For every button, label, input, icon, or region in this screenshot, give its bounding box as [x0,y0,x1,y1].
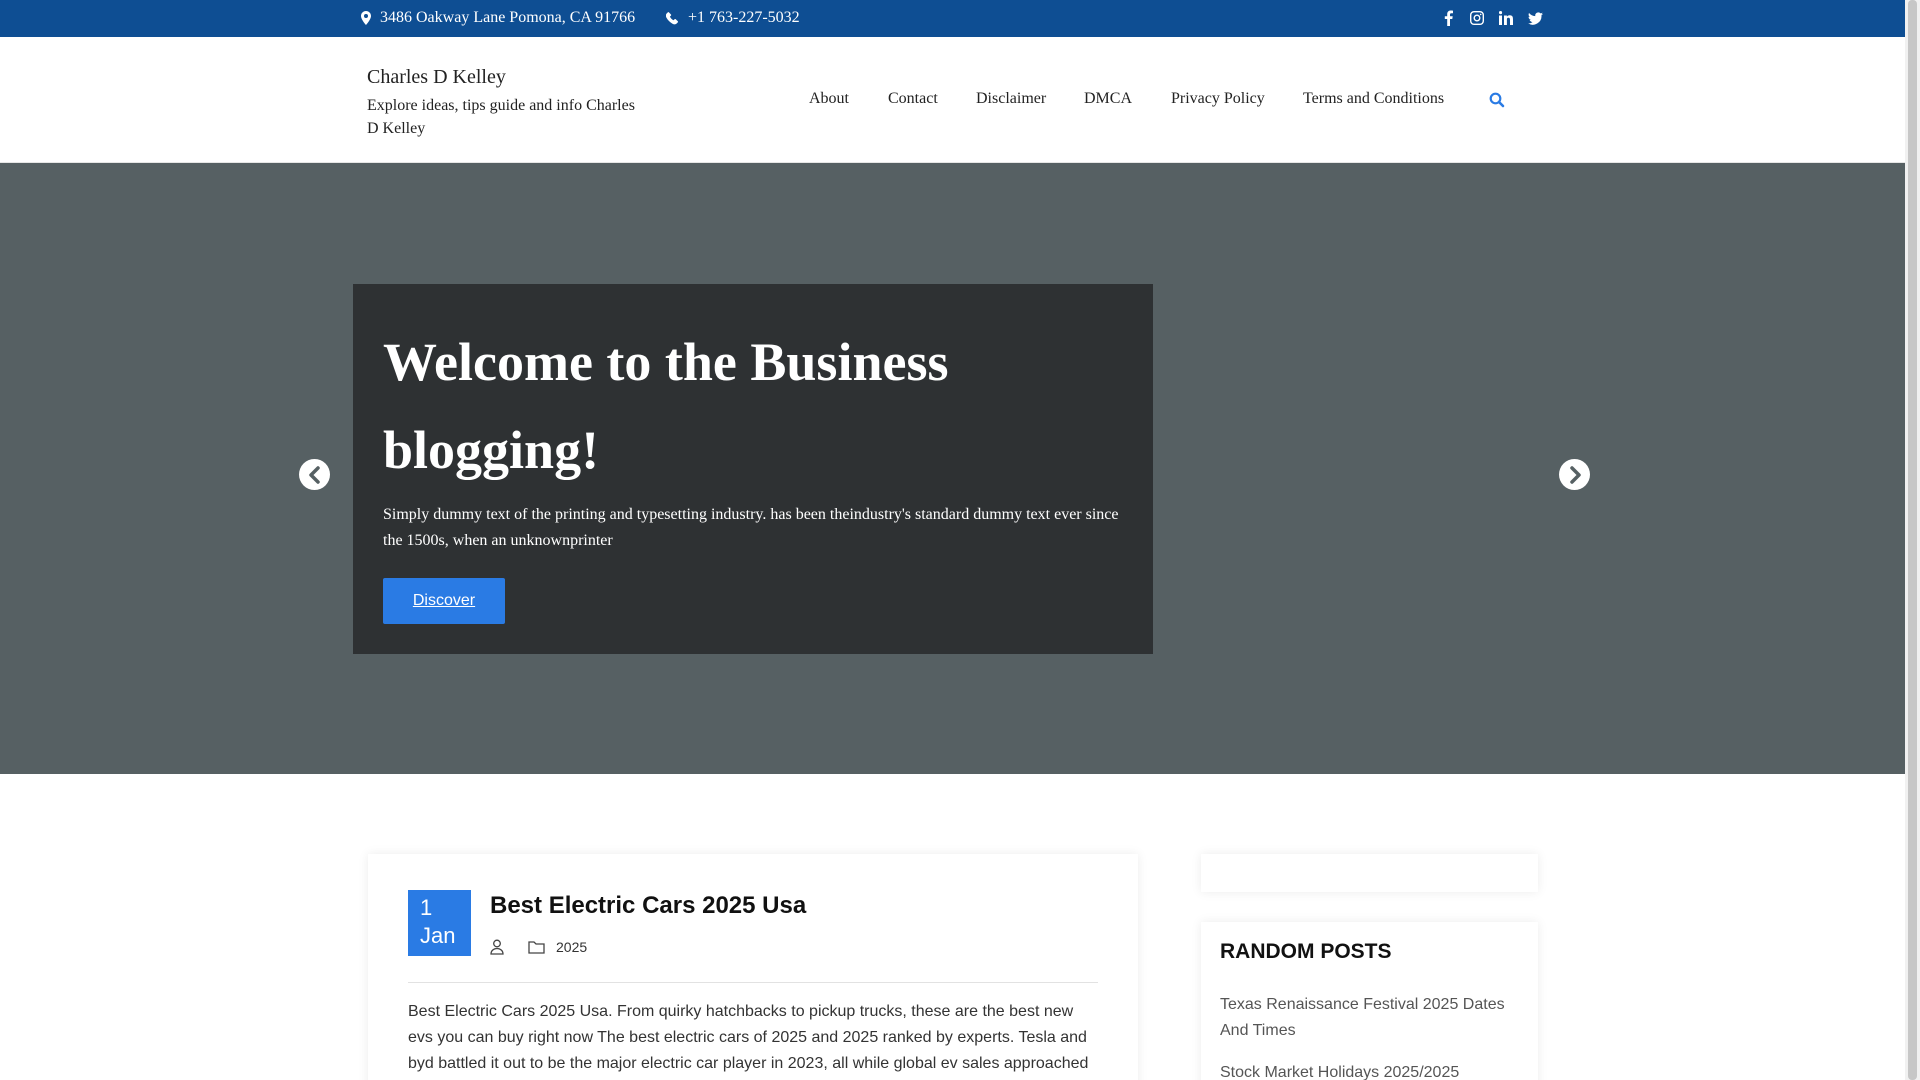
nav-contact[interactable]: Contact [888,90,938,108]
chevron-left-icon [308,465,320,484]
random-post-link[interactable]: Texas Renaissance Festival 2025 Dates An… [1220,992,1520,1044]
facebook-icon[interactable] [1440,9,1456,27]
random-posts-title: RANDOM POSTS [1220,940,1392,963]
slider-prev-button[interactable] [299,459,330,490]
post-excerpt: Best Electric Cars 2025 Usa. From quirky… [408,1003,1089,1072]
folder-icon [528,941,545,954]
hero-text: Simply dummy text of the printing and ty… [383,506,1119,549]
post-card: 1 Jan Best Electric Cars 2025 Usa 2025 B… [368,854,1138,1080]
page-scrollbar[interactable] [1905,0,1920,1080]
discover-button[interactable]: Discover [383,578,505,624]
nav-about[interactable]: About [809,90,849,108]
post-day: 1 [420,895,433,920]
address-text: 3486 Oakway Lane Pomona, CA 91766 [380,9,636,26]
scrollbar-thumb[interactable] [1908,0,1917,1080]
social-links [1440,9,1543,27]
site-title[interactable]: Charles D Kelley [367,66,506,89]
phone-icon [666,11,679,24]
phone-info: +1 763-227-5032 [666,9,800,27]
map-marker-icon [361,11,371,25]
site-tagline: Explore ideas, tips guide and info Charl… [367,97,635,137]
twitter-icon[interactable] [1527,9,1543,27]
nav-dmca[interactable]: DMCA [1084,90,1132,108]
phone-text: +1 763-227-5032 [688,9,800,26]
address-info: 3486 Oakway Lane Pomona, CA 91766 [361,9,635,27]
slider-next-button[interactable] [1559,459,1590,490]
nav-privacy-policy[interactable]: Privacy Policy [1171,90,1265,108]
top-bar: 3486 Oakway Lane Pomona, CA 91766 +1 763… [0,0,1905,37]
post-divider [408,982,1098,983]
post-date-badge: 1 Jan [408,890,471,956]
random-posts-widget: RANDOM POSTS Texas Renaissance Festival … [1201,922,1538,1080]
user-icon [490,939,504,955]
chevron-right-icon [1569,465,1581,484]
search-icon[interactable] [1489,92,1505,108]
hero-title: Welcome to the Business blogging! [383,332,949,480]
nav-disclaimer[interactable]: Disclaimer [976,90,1046,108]
post-title[interactable]: Best Electric Cars 2025 Usa [490,892,806,920]
post-category[interactable]: 2025 [556,939,587,955]
site-header: Charles D Kelley Explore ideas, tips gui… [0,37,1905,163]
post-month: Jan [420,923,456,948]
hero-slider: Welcome to the Business blogging! Simply… [0,163,1905,774]
hero-caption: Welcome to the Business blogging! Simply… [353,284,1153,654]
instagram-icon[interactable] [1469,9,1485,27]
linkedin-icon[interactable] [1498,9,1514,27]
random-post-link[interactable]: Stock Market Holidays 2025/2025 [1220,1060,1520,1080]
sidebar-widget-empty [1201,854,1538,892]
post-meta: 2025 [490,939,587,955]
nav-terms-and-conditions[interactable]: Terms and Conditions [1303,90,1444,108]
